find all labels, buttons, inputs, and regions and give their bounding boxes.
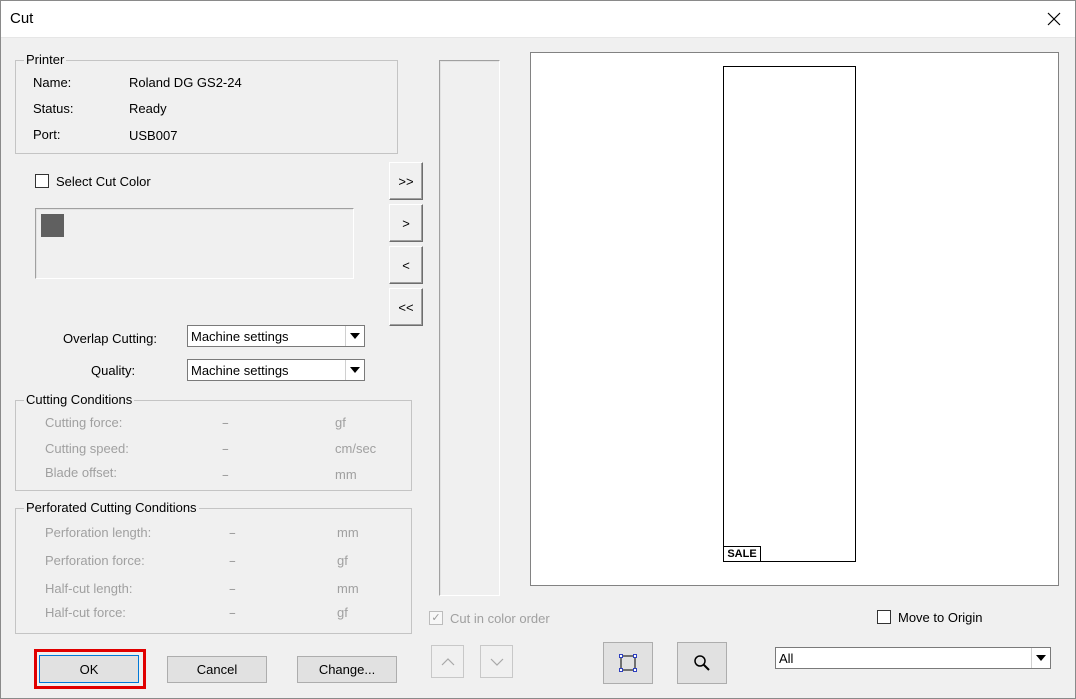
half-cut-length-unit: mm	[337, 581, 359, 596]
printer-name-value: Roland DG GS2-24	[129, 75, 242, 90]
cutting-speed-value: --	[222, 441, 229, 456]
chevron-up-icon	[441, 657, 454, 665]
move-to-origin-checkbox[interactable]	[877, 610, 891, 624]
perforation-force-unit: gf	[337, 553, 348, 568]
move-all-left-button[interactable]: <<	[389, 288, 423, 326]
select-cut-color-label[interactable]: Select Cut Color	[56, 174, 151, 189]
cutting-conditions-label: Cutting Conditions	[24, 392, 135, 407]
change-button[interactable]: Change...	[297, 656, 397, 683]
window-title: Cut	[10, 10, 34, 27]
cutting-speed-label: Cutting speed:	[45, 441, 129, 456]
perforation-force-label: Perforation force:	[45, 553, 145, 568]
move-right-button[interactable]: >	[389, 204, 423, 242]
half-cut-length-label: Half-cut length:	[45, 581, 133, 596]
cutting-force-value: --	[222, 415, 229, 430]
chevron-down-icon	[490, 658, 503, 666]
chevron-down-icon	[345, 360, 364, 380]
move-down-button[interactable]	[480, 645, 513, 678]
chevron-down-icon	[345, 326, 364, 346]
view-select-value: All	[779, 650, 794, 666]
overlap-cutting-label: Overlap Cutting:	[63, 331, 157, 346]
blade-offset-unit: mm	[335, 467, 357, 482]
perforation-force-value: --	[229, 553, 236, 568]
color-swatch[interactable]	[41, 214, 64, 237]
printer-group-label: Printer	[24, 52, 67, 67]
quality-select[interactable]: Machine settings	[187, 359, 365, 381]
title-bar	[0, 0, 1076, 38]
move-up-button[interactable]	[431, 645, 464, 678]
printer-status-label: Status:	[33, 101, 74, 116]
printer-port-value: USB007	[129, 128, 178, 143]
quality-label: Quality:	[91, 363, 136, 378]
magnifier-icon	[694, 655, 710, 671]
quality-value: Machine settings	[191, 362, 289, 378]
move-all-right-button[interactable]: >>	[389, 162, 423, 200]
perforation-length-label: Perforation length:	[45, 525, 152, 540]
cut-in-color-order-label[interactable]: Cut in color order	[450, 611, 550, 626]
overlap-cutting-select[interactable]: Machine settings	[187, 325, 365, 347]
printer-status-value: Ready	[129, 101, 167, 116]
half-cut-length-value: --	[229, 581, 236, 596]
check-icon: ✓	[431, 612, 441, 624]
select-cut-color-checkbox[interactable]	[35, 174, 49, 188]
media-outline	[723, 66, 856, 562]
close-button[interactable]	[1032, 0, 1076, 38]
cutting-force-label: Cutting force:	[45, 415, 123, 430]
printer-port-label: Port:	[33, 127, 61, 142]
move-to-origin-label[interactable]: Move to Origin	[898, 610, 983, 625]
fit-view-button[interactable]	[603, 642, 653, 684]
half-cut-force-unit: gf	[337, 605, 348, 620]
color-list[interactable]	[35, 208, 354, 279]
cancel-button[interactable]: Cancel	[167, 656, 267, 683]
zoom-button[interactable]	[677, 642, 727, 684]
perforated-conditions-label: Perforated Cutting Conditions	[24, 500, 199, 515]
ok-highlight-annotation	[34, 649, 146, 689]
close-icon	[1047, 12, 1061, 26]
blade-offset-label: Blade offset:	[45, 465, 118, 480]
cutting-speed-unit: cm/sec	[335, 441, 377, 456]
chevron-down-icon	[1031, 648, 1050, 668]
move-left-button[interactable]: <	[389, 246, 423, 284]
cut-in-color-order-checkbox[interactable]: ✓	[429, 611, 443, 625]
blade-offset-value: --	[222, 467, 229, 482]
half-cut-force-value: --	[229, 605, 236, 620]
perforation-length-unit: mm	[337, 525, 359, 540]
printer-name-label: Name:	[33, 75, 72, 90]
sale-graphic: SALE	[723, 546, 761, 562]
overlap-cutting-value: Machine settings	[191, 328, 289, 344]
view-select[interactable]: All	[775, 647, 1051, 669]
cut-order-list[interactable]	[439, 60, 500, 596]
perforation-length-value: --	[229, 525, 236, 540]
fit-frame-icon	[619, 654, 637, 672]
cutting-force-unit: gf	[335, 415, 346, 430]
half-cut-force-label: Half-cut force:	[45, 605, 126, 620]
